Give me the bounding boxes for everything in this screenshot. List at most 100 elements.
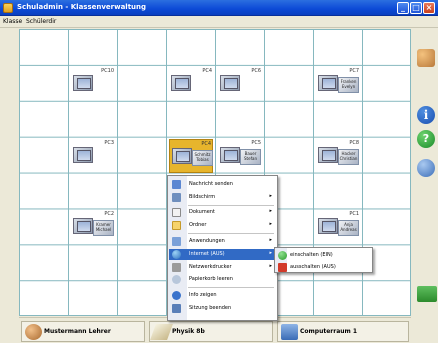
computer-pc4[interactable]: PC4 [169, 67, 213, 101]
monitor-icon [73, 147, 93, 163]
student-name: Anja Andreas [338, 220, 359, 236]
status-room: Computerraum 1 [277, 321, 409, 342]
submenu-arrow-icon: ▸ [269, 263, 272, 269]
logout-icon [172, 304, 181, 313]
screen-icon [172, 193, 181, 202]
student-name: Schmitz Tobias [192, 150, 213, 166]
student-name: Franken Evelyn [338, 77, 359, 93]
folder-icon [172, 221, 181, 230]
context-menu: Nachricht senden Bildschirm ▸ Dokument ▸… [167, 175, 278, 321]
computer-label: PC1 [349, 211, 359, 217]
maximize-button[interactable]: □ [410, 2, 422, 14]
toolbar-panel: i ? [412, 29, 438, 316]
app-icon [3, 3, 13, 13]
monitor-icon [73, 218, 93, 234]
application-window: Schuladmin - Klassenverwaltung _ □ × Kla… [0, 0, 438, 343]
computer-pc1[interactable]: PC1 Anja Andreas [316, 210, 360, 244]
monitor-icon [220, 147, 240, 163]
subject-name: Physik 8b [172, 328, 205, 335]
computer-label: PC2 [104, 211, 114, 217]
computer-label: PC4 [202, 68, 212, 74]
internet-off-icon [278, 263, 287, 272]
computer-label: PC6 [251, 68, 261, 74]
printer-icon [172, 263, 181, 272]
menu-klasse[interactable]: Klasse [3, 18, 22, 25]
computer-label: PC10 [101, 68, 114, 74]
computer-pc8[interactable]: PC8 Hacker Christian [316, 139, 360, 173]
document-icon [172, 208, 181, 217]
computer-pc10[interactable]: PC10 [71, 67, 115, 101]
computer-label: PC7 [349, 68, 359, 74]
ctx-label: Papierkorb leeren [189, 276, 233, 282]
computer-pc5[interactable]: PC5 Bauer Stefan [218, 139, 262, 173]
menu-bar: Klasse Schülerdir [0, 17, 438, 28]
monitor-icon [318, 147, 338, 163]
menu-schuelerdir[interactable]: Schülerdir [26, 18, 56, 25]
monitor-icon [318, 75, 338, 91]
close-button[interactable]: × [423, 2, 435, 14]
sub-internet-on[interactable]: einschalten (EIN) [276, 250, 372, 261]
help-icon[interactable]: ? [417, 130, 435, 148]
status-teacher: Mustermann Lehrer [21, 321, 145, 342]
ctx-nachricht-senden[interactable]: Nachricht senden [169, 179, 277, 190]
ctx-anwendungen[interactable]: Anwendungen ▸ [169, 236, 277, 247]
pencil-icon [150, 324, 173, 340]
ctx-papierkorb-leeren[interactable]: Papierkorb leeren [169, 274, 277, 285]
window-title: Schuladmin - Klassenverwaltung [17, 3, 147, 11]
ctx-netzwerkdrucker[interactable]: Netzwerkdrucker ▸ [169, 262, 277, 273]
teacher-icon [25, 324, 42, 340]
teacher-name: Mustermann Lehrer [44, 328, 111, 335]
internet-icon [172, 250, 181, 259]
submenu-arrow-icon: ▸ [269, 193, 272, 199]
minimize-button[interactable]: _ [397, 2, 409, 14]
ctx-label: Dokument [189, 209, 215, 215]
student-name: Bauer Stefan [240, 149, 261, 165]
submenu-arrow-icon: ▸ [269, 221, 272, 227]
room-name: Computerraum 1 [300, 328, 358, 335]
ctx-label: Nachricht senden [189, 181, 233, 187]
computer-pc6[interactable]: PC6 [218, 67, 262, 101]
globe-icon[interactable] [417, 159, 435, 177]
student-name: Hacker Christian [338, 149, 359, 165]
computer-pc7[interactable]: PC7 Franken Evelyn [316, 67, 360, 101]
info-icon[interactable]: i [417, 106, 435, 124]
sub-internet-off[interactable]: ausschalten (AUS) [276, 262, 372, 273]
ctx-label: Internet (AUS) [189, 251, 225, 257]
sub-label: ausschalten (AUS) [290, 264, 336, 270]
monitor-icon [171, 75, 191, 91]
ctx-internet[interactable]: Internet (AUS) ▸ [169, 249, 277, 260]
users-icon[interactable] [417, 49, 435, 67]
computer-label: PC4 [201, 141, 211, 147]
ctx-separator [188, 287, 274, 288]
info-icon [172, 291, 181, 300]
title-bar[interactable]: Schuladmin - Klassenverwaltung _ □ × [0, 0, 438, 16]
monitor-icon [172, 148, 192, 164]
ctx-info-zeigen[interactable]: Info zeigen [169, 290, 277, 301]
submenu-arrow-icon: ▸ [269, 250, 272, 256]
status-subject: Physik 8b [149, 321, 273, 342]
ctx-label: Ordner [189, 222, 207, 228]
ctx-dokument[interactable]: Dokument ▸ [169, 207, 277, 218]
computer-label: PC8 [349, 140, 359, 146]
submenu-arrow-icon: ▸ [269, 208, 272, 214]
monitor-icon [73, 75, 93, 91]
ctx-sitzung-beenden[interactable]: Sitzung beenden [169, 303, 277, 314]
computer-label: PC3 [104, 140, 114, 146]
room-icon [281, 324, 298, 340]
ctx-label: Bildschirm [189, 194, 216, 200]
ctx-label: Netzwerkdrucker [189, 264, 232, 270]
ctx-label: Sitzung beenden [189, 305, 232, 311]
computer-pc2[interactable]: PC2 Kramer Michael [71, 210, 115, 244]
ctx-ordner[interactable]: Ordner ▸ [169, 220, 277, 231]
sub-label: einschalten (EIN) [290, 252, 333, 258]
applications-icon [172, 237, 181, 246]
ctx-bildschirm[interactable]: Bildschirm ▸ [169, 192, 277, 203]
ctx-separator [188, 205, 274, 206]
ctx-label: Info zeigen [189, 292, 217, 298]
computer-pc4-selected[interactable]: PC4 Schmitz Tobias [169, 139, 213, 173]
internet-on-icon [278, 251, 287, 260]
ctx-separator [188, 233, 274, 234]
exit-icon[interactable] [417, 286, 437, 302]
computer-pc3[interactable]: PC3 [71, 139, 115, 173]
monitor-icon [318, 218, 338, 234]
